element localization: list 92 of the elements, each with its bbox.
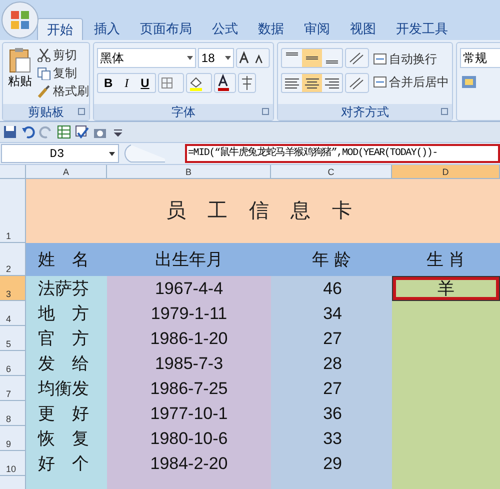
row-header[interactable]: 7	[0, 376, 26, 401]
fill-color-icon[interactable]	[186, 73, 212, 93]
vertical-align-icon[interactable]	[302, 49, 322, 67]
office-button-icon[interactable]	[1, 1, 39, 39]
row-header[interactable]: 8	[0, 401, 26, 426]
table-cell: 1979-1-11	[107, 301, 271, 326]
cut-button[interactable]: 剪切	[37, 46, 89, 63]
sheet-title: 员 工 信 息 卡	[26, 179, 500, 243]
caret-icon[interactable]	[187, 56, 194, 60]
table-cell: 1980-10-6	[107, 426, 271, 451]
table-cell: 34	[271, 301, 392, 326]
horizontal-align-icon[interactable]	[302, 74, 322, 92]
format-painter-button[interactable]: 格式刷	[37, 82, 89, 99]
table-cell: 1985-7-3	[107, 351, 271, 376]
ribbon-tab[interactable]: 公式	[203, 18, 247, 40]
column-header[interactable]: D	[392, 165, 500, 178]
column-heading: 年 龄	[312, 248, 351, 271]
ribbon-tab[interactable]: 开发工具	[387, 18, 457, 40]
table-cell: 1984-2-20	[107, 451, 271, 476]
number-format-field[interactable]: 常规	[460, 48, 500, 68]
column-heading: 出生年月	[155, 248, 223, 271]
column-heading: 姓 名	[38, 248, 89, 271]
table-cell: 更 好	[26, 401, 107, 426]
table-cell: 地 方	[26, 301, 107, 326]
table-cell: 46	[271, 276, 392, 301]
merge-cells-icon[interactable]	[373, 74, 387, 88]
grow-font-icon[interactable]	[236, 48, 270, 68]
group-label: 剪贴板	[28, 104, 64, 121]
name-box[interactable]: D3	[1, 144, 119, 163]
ribbon-tab[interactable]: 数据	[249, 18, 293, 40]
caret-icon[interactable]	[225, 56, 232, 60]
copy-icon[interactable]	[37, 66, 51, 80]
group-label: 字体	[172, 104, 196, 121]
table-cell: 29	[271, 451, 392, 476]
clipboard-icon[interactable]	[8, 46, 32, 74]
column-header[interactable]: A	[26, 165, 107, 178]
table-cell: 27	[271, 376, 392, 401]
font-color-icon[interactable]	[214, 73, 236, 93]
bold-button[interactable]: B	[98, 74, 119, 92]
group-label: 对齐方式	[341, 104, 389, 121]
row-header[interactable]: 3	[0, 276, 26, 301]
active-cell[interactable]: 羊	[392, 276, 500, 301]
table-cell: 均衡发	[26, 376, 107, 401]
ribbon-tab[interactable]: 审阅	[295, 18, 339, 40]
row-header[interactable]: 10	[0, 451, 26, 476]
borders-icon[interactable]	[158, 73, 184, 93]
dialog-launcher-icon[interactable]	[262, 108, 269, 115]
undo-icon[interactable]	[21, 125, 35, 139]
spreadsheet-icon[interactable]	[57, 125, 71, 139]
caret-icon[interactable]	[109, 152, 115, 156]
table-cell: 1967-4-4	[107, 276, 271, 301]
scissors-icon[interactable]	[37, 48, 51, 62]
table-cell: 1986-1-20	[107, 326, 271, 351]
brush-icon[interactable]	[37, 84, 51, 98]
underline-button[interactable]: U	[134, 74, 156, 92]
table-cell: 好 个	[26, 451, 107, 476]
dialog-launcher-icon[interactable]	[441, 108, 448, 115]
table-cell: 33	[271, 426, 392, 451]
row-header[interactable]: 9	[0, 426, 26, 451]
merge-center-button[interactable]: 合并后居中	[373, 73, 449, 90]
wrap-text-button[interactable]: 自动换行	[373, 50, 449, 67]
check-sheet-icon[interactable]	[75, 125, 89, 139]
wrap-text-icon[interactable]	[373, 52, 387, 66]
table-cell: 36	[271, 401, 392, 426]
ribbon-tab[interactable]: 开始	[37, 18, 83, 40]
save-icon[interactable]	[3, 125, 17, 139]
ribbon-tab[interactable]: 页面布局	[131, 18, 201, 40]
table-cell: 发 给	[26, 351, 107, 376]
table-cell: 27	[271, 326, 392, 351]
italic-button[interactable]: I	[118, 74, 135, 92]
row-header[interactable]: 1	[6, 230, 12, 242]
row-header[interactable]: 4	[0, 301, 26, 326]
row-header[interactable]: 2	[6, 263, 12, 275]
column-heading: 生 肖	[426, 248, 466, 271]
ribbon-tab[interactable]: 插入	[85, 18, 129, 40]
cell-text: 羊	[438, 278, 454, 300]
paste-button[interactable]: 粘贴	[6, 46, 34, 104]
font-size-field[interactable]: 18	[198, 48, 234, 68]
table-cell: 官 方	[26, 326, 107, 351]
font-name-field[interactable]: 黑体	[97, 48, 196, 68]
table-cell: 28	[271, 351, 392, 376]
formula-field[interactable]: =MID(“鼠牛虎兔龙蛇马羊猴鸡狗猪”,MOD(YEAR(TODAY())-	[185, 144, 500, 163]
row-header[interactable]: 6	[0, 351, 26, 376]
copy-button[interactable]: 复制	[37, 64, 89, 81]
dialog-launcher-icon[interactable]	[78, 108, 85, 115]
row-header[interactable]: 5	[0, 326, 26, 351]
table-cell: 恢 复	[26, 426, 107, 451]
table-cell: 法萨芬	[26, 276, 107, 301]
table-cell: 1986-7-25	[107, 376, 271, 401]
table-cell: 1977-10-1	[107, 401, 271, 426]
column-header[interactable]: B	[107, 165, 271, 178]
ribbon-tab[interactable]: 视图	[341, 18, 385, 40]
